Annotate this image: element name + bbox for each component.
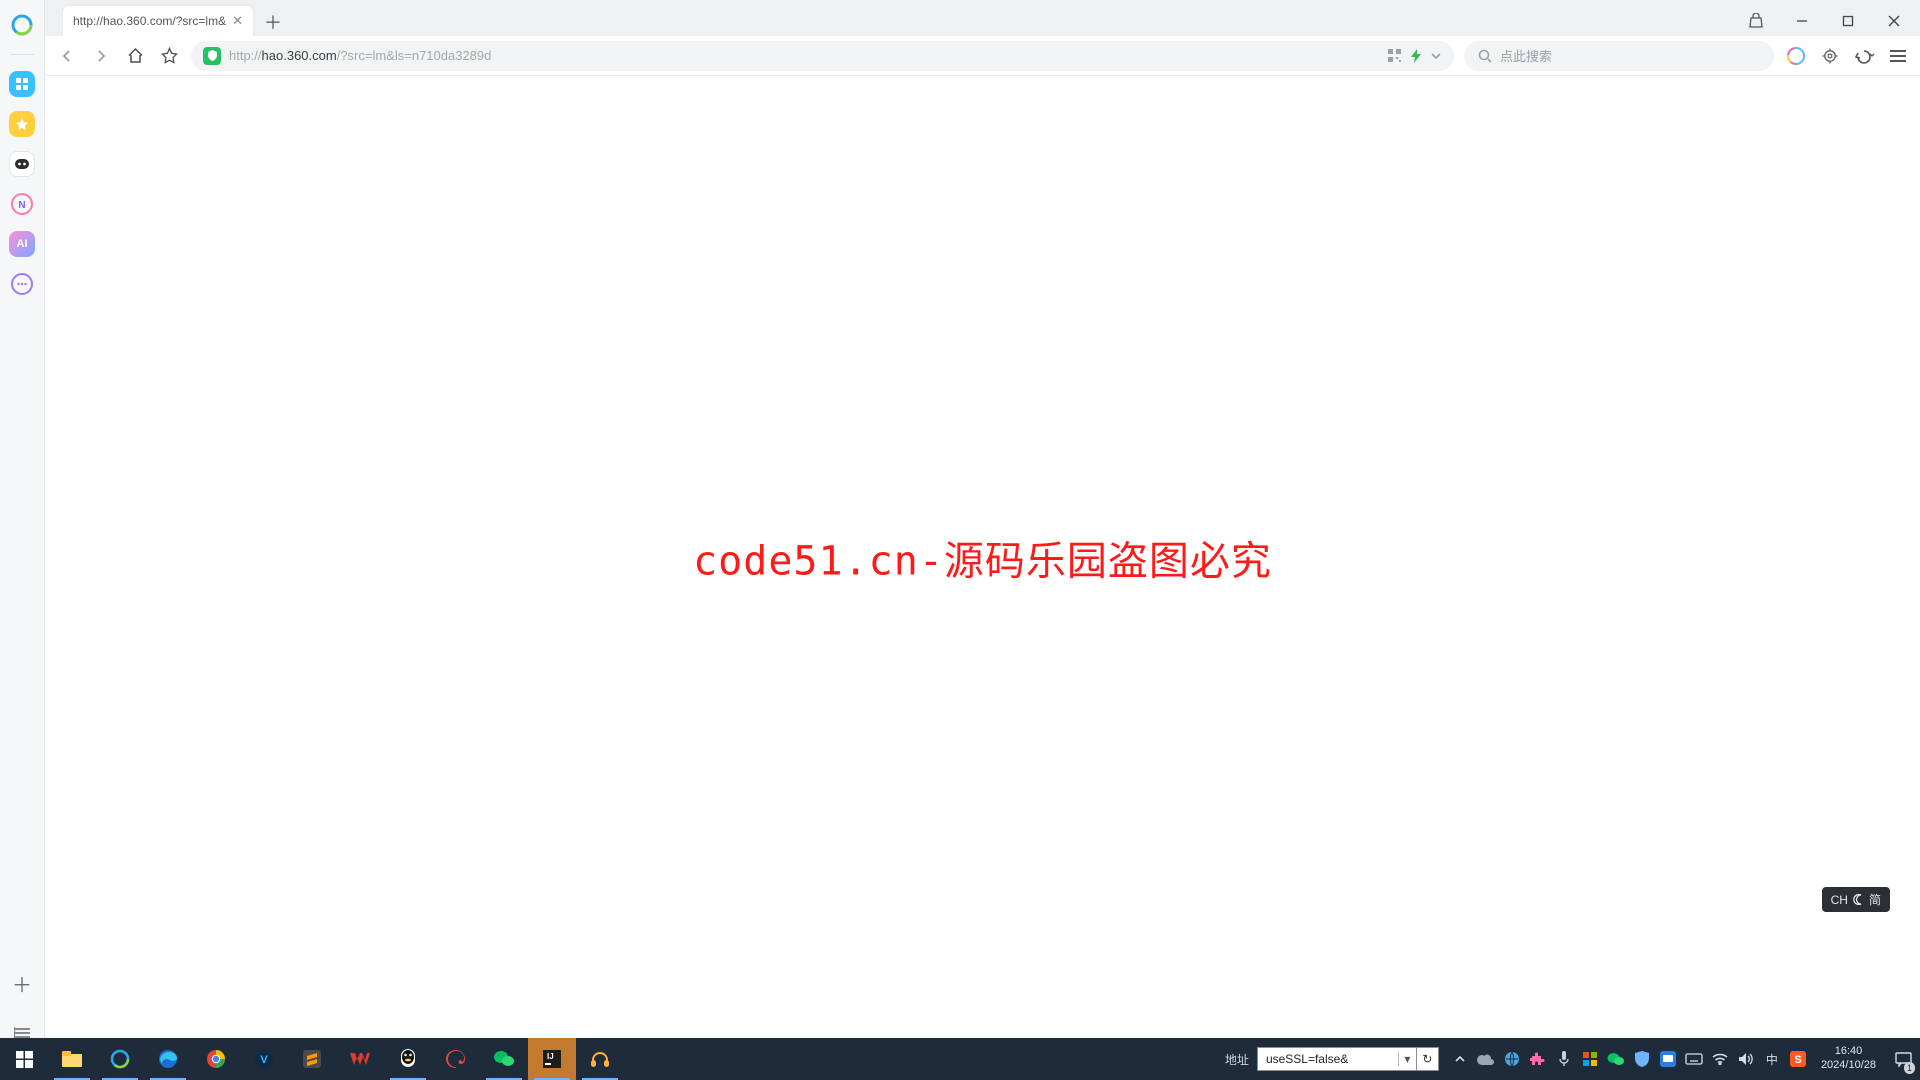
taskbar-clock[interactable]: 16:40 2024/10/28 — [1811, 1045, 1886, 1073]
tray-mic-icon[interactable] — [1551, 1038, 1577, 1080]
undo-dropdown-button[interactable] — [1852, 44, 1876, 68]
taskbar-file-explorer[interactable] — [48, 1038, 96, 1080]
taskbar-chrome[interactable] — [192, 1038, 240, 1080]
taskbar-v-app[interactable]: V — [240, 1038, 288, 1080]
moon-icon — [1853, 894, 1864, 905]
rail-app-star-icon[interactable] — [9, 111, 35, 137]
tab-strip: http://hao.360.com/?src=lm& ✕ ＋ — [45, 0, 1920, 36]
tray-shield-icon[interactable] — [1629, 1038, 1655, 1080]
lightning-icon[interactable] — [1410, 49, 1422, 63]
taskbar-intellij[interactable]: IJ — [528, 1038, 576, 1080]
address-url: http://hao.360.com/?src=lm&ls=n710da3289… — [229, 48, 1379, 63]
tray-expand-icon[interactable] — [1447, 1038, 1473, 1080]
tray-onedrive-icon[interactable] — [1473, 1038, 1499, 1080]
favorite-button[interactable] — [157, 44, 181, 68]
rail-separator — [10, 54, 34, 55]
tray-wifi-icon[interactable] — [1707, 1038, 1733, 1080]
tray-todesk-icon[interactable] — [1655, 1038, 1681, 1080]
qrcode-icon[interactable] — [1387, 48, 1402, 63]
tray-ime-lang[interactable]: 中 — [1759, 1038, 1785, 1080]
rail-app-n-icon[interactable]: N — [9, 191, 35, 217]
toolbar: http://hao.360.com/?src=lm&ls=n710da3289… — [45, 36, 1920, 76]
url-host: hao.360.com — [262, 48, 337, 63]
tab-close-icon[interactable]: ✕ — [232, 13, 243, 29]
tray-globe-icon[interactable] — [1499, 1038, 1525, 1080]
system-tray: 地址 useSSL=false& ▾ ↻ — [1217, 1038, 1920, 1080]
tray-wechat-icon[interactable] — [1603, 1038, 1629, 1080]
statusbar-refresh-button[interactable]: ↻ — [1417, 1047, 1439, 1071]
tab-title: http://hao.360.com/?src=lm& — [73, 14, 226, 28]
svg-text:V: V — [260, 1054, 268, 1066]
browser-side-rail: N AI ＋ — [0, 0, 45, 1062]
rail-app-ai-icon[interactable]: AI — [9, 231, 35, 257]
rail-add-icon[interactable]: ＋ — [9, 970, 35, 996]
statusbar-address-label: 地址 — [1217, 1051, 1257, 1068]
ime-mode: 简 — [1869, 891, 1881, 908]
rail-app-1-icon[interactable] — [9, 71, 35, 97]
windows-taskbar: V IJ 地址 useSSL=false& ▾ ↻ — [0, 1038, 1920, 1080]
svg-text:IJ: IJ — [547, 1052, 554, 1061]
taskbar-wechat[interactable] — [480, 1038, 528, 1080]
svg-text:S: S — [1794, 1054, 1801, 1066]
search-icon — [1478, 49, 1492, 63]
taskbar-qq[interactable] — [384, 1038, 432, 1080]
search-box[interactable]: 点此搜索 — [1464, 41, 1774, 71]
statusbar-combo[interactable]: useSSL=false& ▾ — [1257, 1047, 1417, 1071]
ime-lang: CH — [1831, 893, 1848, 907]
taskbar-sublime[interactable] — [288, 1038, 336, 1080]
tray-ms-store-icon[interactable] — [1577, 1038, 1603, 1080]
forward-button[interactable] — [89, 44, 113, 68]
tab-active[interactable]: http://hao.360.com/?src=lm& ✕ — [63, 6, 253, 36]
taskbar-360-browser[interactable] — [96, 1038, 144, 1080]
browser-logo-icon[interactable] — [9, 12, 35, 38]
action-center-button[interactable]: 1 — [1886, 1038, 1920, 1080]
taskbar-edge[interactable] — [144, 1038, 192, 1080]
notification-badge: 1 — [1904, 1062, 1915, 1074]
main-menu-button[interactable] — [1886, 44, 1910, 68]
addr-dropdown-icon[interactable] — [1430, 50, 1442, 62]
clock-date: 2024/10/28 — [1821, 1059, 1876, 1073]
taskbar-red-swirl[interactable] — [432, 1038, 480, 1080]
page-viewport: code51.cn-源码乐园盗图必究 CH 简 — [45, 76, 1920, 1062]
start-button[interactable] — [0, 1038, 48, 1080]
page-watermark-text: code51.cn-源码乐园盗图必究 — [693, 528, 1272, 586]
home-button[interactable] — [123, 44, 147, 68]
new-tab-button[interactable]: ＋ — [259, 8, 287, 36]
rail-app-chat-icon[interactable] — [9, 271, 35, 297]
address-bar[interactable]: http://hao.360.com/?src=lm&ls=n710da3289… — [191, 41, 1454, 71]
ime-indicator[interactable]: CH 简 — [1822, 887, 1890, 912]
taskbar-headphones[interactable] — [576, 1038, 624, 1080]
rail-app-robot-icon[interactable] — [9, 151, 35, 177]
wardrobe-icon[interactable] — [1738, 6, 1774, 36]
url-scheme: http:// — [229, 48, 262, 63]
close-window-button[interactable] — [1876, 6, 1912, 36]
taskbar-wps[interactable] — [336, 1038, 384, 1080]
url-path: /?src=lm&ls=n710da3289d — [337, 48, 492, 63]
tray-sogou-icon[interactable]: S — [1785, 1038, 1811, 1080]
clock-time: 16:40 — [1821, 1045, 1876, 1059]
statusbar-combo-value: useSSL=false& — [1258, 1052, 1398, 1066]
window-controls — [1738, 6, 1920, 36]
extension-color-icon[interactable] — [1784, 44, 1808, 68]
taskbar-apps: V IJ — [0, 1038, 624, 1080]
settings-gear-icon[interactable] — [1818, 44, 1842, 68]
tray-puzzle-icon[interactable] — [1525, 1038, 1551, 1080]
minimize-button[interactable] — [1784, 6, 1820, 36]
tray-volume-icon[interactable] — [1733, 1038, 1759, 1080]
chevron-down-icon[interactable]: ▾ — [1398, 1052, 1416, 1066]
security-shield-icon — [203, 47, 221, 65]
search-placeholder: 点此搜索 — [1500, 46, 1552, 65]
back-button[interactable] — [55, 44, 79, 68]
svg-text:N: N — [18, 200, 25, 211]
maximize-button[interactable] — [1830, 6, 1866, 36]
tray-keyboard-icon[interactable] — [1681, 1038, 1707, 1080]
